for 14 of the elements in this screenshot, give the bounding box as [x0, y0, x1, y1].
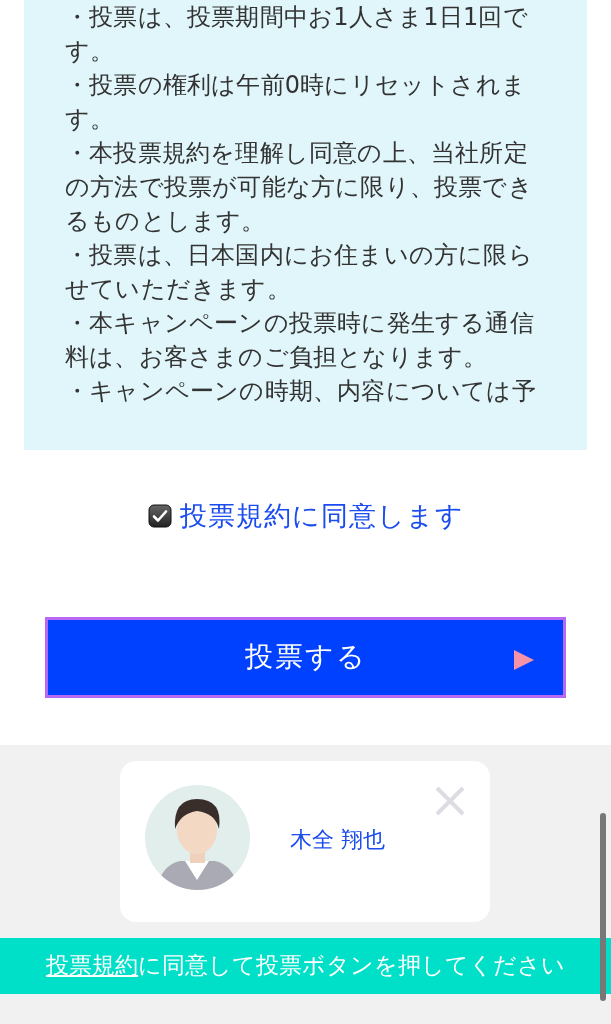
terms-text: ・本キャンペーンの投票時に発生する通信料は、お客さまのご負担となります。	[65, 308, 535, 373]
close-icon[interactable]	[434, 785, 466, 817]
terms-text: ・投票は、投票期間中お1人さま1日1回です。	[65, 2, 529, 67]
vote-button[interactable]: 投票する	[45, 616, 566, 698]
scrollbar[interactable]	[600, 813, 606, 1001]
play-icon	[513, 648, 535, 671]
notice-text: 投票規約に同意して投票ボタンを押してください	[46, 951, 565, 981]
terms-text: ・投票は、日本国内にお住まいの方に限らせていただきます。	[65, 240, 534, 305]
candidate-name: 木全 翔也	[290, 826, 385, 854]
terms-text: ・キャンペーンの時期、内容については予	[65, 376, 537, 407]
agree-label[interactable]: 投票規約に同意します	[179, 496, 464, 537]
terms-text: ・投票の権利は午前0時にリセットされます。	[65, 70, 528, 135]
terms-text: ・本投票規約を理解し同意の上、当社所定の方法で投票が可能な方に限り、投票できるものとします。	[65, 138, 534, 237]
agree-checkbox[interactable]	[147, 504, 172, 529]
